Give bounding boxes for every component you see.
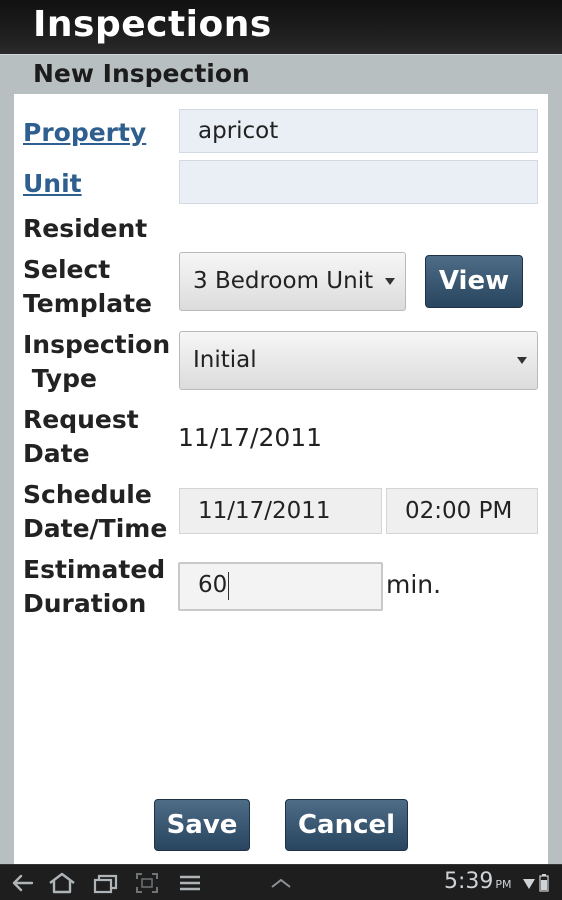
- schedule-label: Schedule Date/Time: [23, 480, 168, 543]
- duration-value: 60: [198, 572, 228, 598]
- status-clock: 5:39 PM: [444, 869, 512, 894]
- system-nav-bar: 5:39 PM: [0, 864, 562, 900]
- cancel-button[interactable]: Cancel: [285, 799, 408, 851]
- resident-label: Resident: [23, 214, 148, 243]
- inspection-type-label: Inspection Type: [23, 330, 171, 393]
- template-selected-value: 3 Bedroom Unit: [193, 268, 374, 294]
- duration-unit: min.: [386, 570, 442, 599]
- dropdown-arrow-icon: [517, 357, 527, 364]
- frame-right: [548, 94, 562, 864]
- frame-left: [0, 94, 14, 864]
- save-button[interactable]: Save: [154, 799, 250, 851]
- schedule-date-field[interactable]: 11/17/2011: [179, 488, 382, 534]
- clock-ampm: PM: [495, 878, 512, 891]
- unit-link[interactable]: Unit: [23, 167, 82, 201]
- view-button[interactable]: View: [425, 255, 523, 308]
- duration-input[interactable]: 60: [178, 562, 383, 611]
- home-icon[interactable]: [47, 871, 77, 895]
- template-select[interactable]: 3 Bedroom Unit: [179, 252, 406, 311]
- dropdown-arrow-icon: [385, 278, 395, 285]
- new-inspection-form: Property apricot Unit Resident Select Te…: [14, 94, 548, 864]
- menu-icon[interactable]: [178, 871, 202, 895]
- unit-field[interactable]: [179, 160, 538, 204]
- chevron-up-icon[interactable]: [268, 871, 294, 895]
- clock-time: 5:39: [444, 869, 494, 894]
- app-screen: Inspections New Inspection Property apri…: [0, 0, 562, 900]
- title-bar: Inspections: [0, 0, 562, 54]
- request-date-label: Request Date: [23, 405, 139, 468]
- request-date-value: 11/17/2011: [178, 423, 323, 452]
- page-title: New Inspection: [33, 59, 250, 88]
- inspection-type-select[interactable]: Initial: [179, 331, 538, 390]
- recent-apps-icon[interactable]: [92, 871, 120, 895]
- property-link[interactable]: Property: [23, 116, 146, 150]
- estimated-duration-label: Estimated Duration: [23, 555, 166, 618]
- text-cursor: [228, 571, 230, 600]
- sub-header: New Inspection: [0, 54, 562, 95]
- screenshot-icon[interactable]: [134, 871, 160, 895]
- select-template-label: Select Template: [23, 255, 152, 318]
- inspection-type-selected-value: Initial: [193, 347, 257, 373]
- battery-icon: [539, 874, 549, 892]
- property-field[interactable]: apricot: [179, 109, 538, 153]
- schedule-time-field[interactable]: 02:00 PM: [386, 488, 538, 534]
- app-title: Inspections: [33, 4, 272, 45]
- back-icon[interactable]: [10, 871, 36, 895]
- wifi-icon: [523, 879, 535, 889]
